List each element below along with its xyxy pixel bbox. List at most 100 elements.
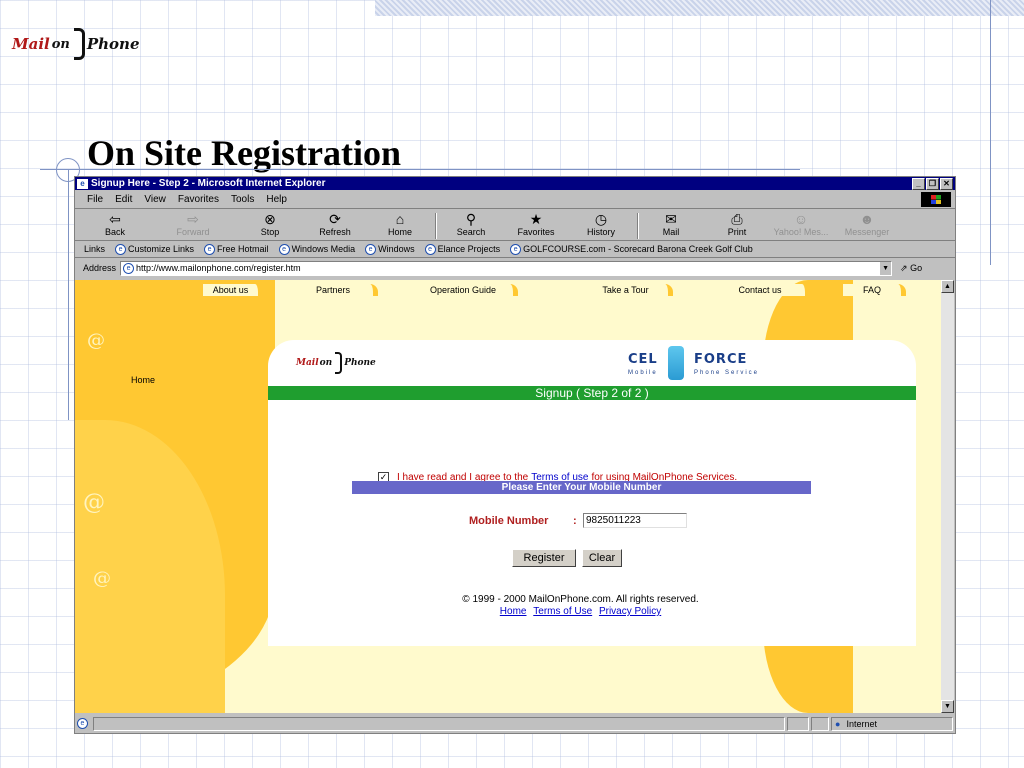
messenger-button[interactable]: ☻ Messenger <box>837 211 897 237</box>
history-button[interactable]: ◷ History <box>571 211 631 237</box>
enter-mobile-header: Please Enter Your Mobile Number <box>352 481 811 494</box>
celforce-logo: CEL FORCE Mobile Phone Service <box>628 346 768 380</box>
status-text-panel <box>93 717 785 731</box>
browser-window: e Signup Here - Step 2 - Microsoft Inter… <box>74 176 956 734</box>
link-golfcourse[interactable]: e GOLFCOURSE.com - Scorecard Barona Creek… <box>510 243 753 255</box>
status-panel <box>811 717 829 731</box>
forward-button[interactable]: ⇨ Forward <box>163 211 223 237</box>
footer-links: Home Terms of Use Privacy Policy <box>268 606 893 617</box>
hexagon-icon <box>668 346 684 380</box>
nav-operation-guide[interactable]: Operation Guide <box>413 284 518 296</box>
links-bar: Links e Customize Links e Free Hotmail e Wi… <box>75 241 955 258</box>
mailonphone-logo: Mail on Phone <box>296 352 376 374</box>
link-customize-links[interactable]: e Customize Links <box>115 243 194 255</box>
link-label: Windows Media <box>291 244 356 254</box>
home-button[interactable]: ⌂ Home <box>370 211 430 237</box>
menu-view[interactable]: View <box>144 194 166 205</box>
toolbar-separator <box>435 213 437 239</box>
history-icon: ◷ <box>594 211 608 227</box>
footer-privacy-link[interactable]: Privacy Policy <box>599 606 661 617</box>
messenger-label: Messenger <box>844 227 890 237</box>
logo-mail: Mail <box>296 358 319 368</box>
menu-favorites[interactable]: Favorites <box>178 194 219 205</box>
menu-edit[interactable]: Edit <box>115 194 132 205</box>
celforce-service: Phone Service <box>694 370 760 376</box>
nav-about-us[interactable]: About us <box>203 284 263 296</box>
nav-partners[interactable]: Partners <box>293 284 378 296</box>
site-nav: About us Partners Operation Guide Take a… <box>75 280 941 296</box>
forward-arrow-icon: ⇨ <box>187 211 199 227</box>
vertical-scrollbar[interactable]: ▲ ▼ <box>941 280 954 713</box>
status-panel <box>787 717 809 731</box>
link-label: Windows <box>378 244 415 254</box>
mobile-number-colon: : <box>573 515 577 527</box>
back-arrow-icon: ⇦ <box>109 211 121 227</box>
nav-contact-us[interactable]: Contact us <box>715 284 810 296</box>
stop-icon: ⊗ <box>264 211 276 227</box>
go-button[interactable]: ⇗ Go <box>900 263 922 274</box>
window-title: Signup Here - Step 2 - Microsoft Interne… <box>91 178 326 189</box>
ie-page-icon: e <box>365 243 377 255</box>
ie-icon: e <box>77 178 88 189</box>
search-button[interactable]: ⚲ Search <box>441 211 501 237</box>
clear-button[interactable]: Clear <box>582 549 622 567</box>
print-icon: ⎙ <box>731 211 743 227</box>
logo-on: on <box>319 358 333 368</box>
slide-logo: Mail on Phone <box>12 28 140 60</box>
address-input[interactable]: e http://www.mailonphone.com/register.ht… <box>120 260 893 276</box>
at-symbol-decoration: @ <box>83 490 105 515</box>
ie-page-icon: e <box>278 243 290 255</box>
menu-tools[interactable]: Tools <box>231 194 254 205</box>
favorites-button[interactable]: ★ Favorites <box>506 211 566 237</box>
mail-button[interactable]: ✉ Mail <box>641 211 701 237</box>
nav-faq[interactable]: FAQ <box>843 284 906 296</box>
forward-label: Forward <box>176 227 210 237</box>
messenger-icon: ☻ <box>859 211 875 227</box>
home-link[interactable]: Home <box>131 375 155 385</box>
right-vertical-rule <box>990 0 991 265</box>
refresh-button[interactable]: ⟳ Refresh <box>305 211 365 237</box>
address-bar: Address e http://www.mailonphone.com/reg… <box>75 259 955 277</box>
menu-bar: File Edit View Favorites Tools Help <box>75 191 955 209</box>
standard-toolbar: ⇦ Back ⇨ Forward ⊗ Stop ⟳ Refresh ⌂ Home ⚲ Sea… <box>75 210 955 241</box>
footer-home-link[interactable]: Home <box>500 606 527 617</box>
link-windows[interactable]: e Windows <box>365 243 415 255</box>
menu-file[interactable]: File <box>87 194 103 205</box>
chevron-down-icon[interactable]: ▼ <box>880 261 892 275</box>
menu-help[interactable]: Help <box>266 194 287 205</box>
scroll-up-icon[interactable]: ▲ <box>941 280 954 293</box>
signup-card: Mail on Phone CEL FORCE Mobile Phone Ser… <box>268 340 916 646</box>
celforce-mobile: Mobile <box>628 370 658 376</box>
favorites-icon: ★ <box>529 211 543 227</box>
link-free-hotmail[interactable]: e Free Hotmail <box>204 243 269 255</box>
link-label: GOLFCOURSE.com - Scorecard Barona Creek … <box>523 244 753 254</box>
link-windows-media[interactable]: e Windows Media <box>278 243 356 255</box>
ie-page-icon: e <box>510 243 522 255</box>
nav-take-a-tour[interactable]: Take a Tour <box>583 284 673 296</box>
stop-button[interactable]: ⊗ Stop <box>240 211 300 237</box>
toolbar-separator <box>637 213 639 239</box>
search-icon: ⚲ <box>465 211 477 227</box>
scroll-down-icon[interactable]: ▼ <box>941 700 954 713</box>
celforce-cel: CEL <box>628 352 658 367</box>
minimize-button[interactable]: _ <box>912 178 925 190</box>
restore-button[interactable]: ❐ <box>926 178 939 190</box>
search-label: Search <box>456 227 486 237</box>
print-button[interactable]: ⎙ Print <box>707 211 767 237</box>
link-label: Free Hotmail <box>217 244 269 254</box>
footer-terms-link[interactable]: Terms of Use <box>533 606 592 617</box>
print-label: Print <box>727 227 747 237</box>
mail-icon: ✉ <box>665 211 677 227</box>
mobile-number-input[interactable]: 9825011223 <box>583 513 687 528</box>
register-button[interactable]: Register <box>512 549 576 567</box>
close-button[interactable]: ✕ <box>940 178 953 190</box>
ie-page-icon: e <box>123 262 135 274</box>
ie-page-icon: e <box>424 243 436 255</box>
celforce-force: FORCE <box>694 352 748 367</box>
yahoo-messenger-icon: ☺ <box>793 211 809 227</box>
history-label: History <box>586 227 615 237</box>
yahoo-messenger-button[interactable]: ☺ Yahoo! Mes... <box>771 211 831 237</box>
link-elance-projects[interactable]: e Elance Projects <box>424 243 500 255</box>
back-button[interactable]: ⇦ Back <box>85 211 145 237</box>
slide-title: On Site Registration <box>87 133 401 173</box>
